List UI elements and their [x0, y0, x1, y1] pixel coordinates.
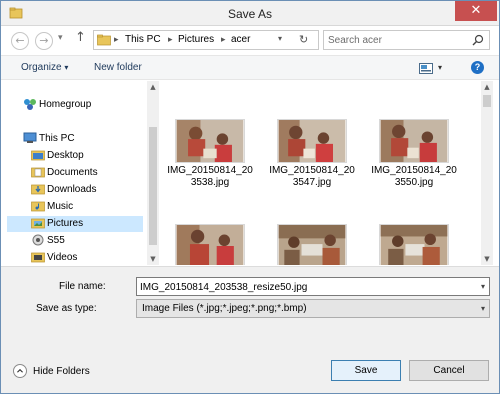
- search-icon[interactable]: [472, 34, 484, 46]
- image-thumbnail: [277, 224, 347, 265]
- sidebar-item-label: Homegroup: [39, 99, 92, 110]
- image-thumbnail: [175, 119, 245, 163]
- sidebar-item-pictures[interactable]: Pictures: [7, 216, 143, 232]
- file-name-line: IMG_20150814_20: [371, 165, 457, 176]
- sidebar-item-label: Pictures: [47, 218, 84, 229]
- sidebar-item-downloads[interactable]: Downloads: [31, 182, 143, 198]
- sidebar-item-label: Videos: [47, 252, 78, 263]
- image-thumbnail: [175, 224, 245, 265]
- scroll-up-arrow[interactable]: ▲: [481, 83, 493, 91]
- file-name-line: 3550.jpg: [394, 177, 434, 188]
- view-options-dropdown[interactable]: ▾: [438, 63, 442, 72]
- sidebar-item-s55[interactable]: S55: [31, 233, 143, 249]
- search-input[interactable]: [328, 33, 468, 47]
- scroll-down-arrow[interactable]: ▼: [147, 255, 159, 263]
- save-as-type-select[interactable]: Image Files (*.jpg;*.jpeg;*.png;*.bmp) ▾: [136, 299, 490, 318]
- file-item[interactable]: [165, 224, 255, 265]
- title-bar: Save As ✕: [1, 1, 499, 26]
- sidebar-item-homegroup[interactable]: Homegroup: [23, 97, 143, 113]
- sidebar-item-music[interactable]: Music: [31, 199, 143, 215]
- help-icon[interactable]: ?: [471, 61, 484, 74]
- sidebar-item-label: Desktop: [47, 150, 84, 161]
- up-button[interactable]: ↑: [75, 30, 86, 45]
- image-thumbnail: [277, 119, 347, 163]
- hide-folders-label: Hide Folders: [33, 366, 90, 377]
- close-button[interactable]: ✕: [455, 1, 497, 21]
- breadcrumb-acer[interactable]: acer: [231, 34, 250, 45]
- window-title: Save As: [227, 7, 273, 21]
- search-box[interactable]: [323, 30, 490, 50]
- organize-button[interactable]: Organize ▾: [21, 62, 68, 73]
- address-bar[interactable]: ▸ This PC ▸ Pictures ▸ acer ▾ ↻: [93, 30, 319, 50]
- save-button[interactable]: Save: [331, 360, 401, 381]
- scrollbar-thumb[interactable]: [483, 95, 491, 107]
- save-options-panel: File name: ▾ Save as type: Image Files (…: [1, 266, 499, 393]
- cancel-button[interactable]: Cancel: [409, 360, 489, 381]
- breadcrumb-pictures[interactable]: Pictures: [178, 34, 214, 45]
- file-name-line: 3547.jpg: [292, 177, 332, 188]
- file-name-field[interactable]: ▾: [136, 277, 490, 296]
- forward-button[interactable]: →: [35, 32, 53, 50]
- breadcrumb-separator: ▸: [168, 34, 173, 44]
- folder-icon: [31, 201, 45, 212]
- folder-icon: [31, 184, 45, 195]
- image-thumbnail: [379, 224, 449, 265]
- file-item[interactable]: IMG_20150814_20 3547.jpg: [267, 119, 357, 188]
- organize-label: Organize: [21, 62, 62, 73]
- image-thumbnail: [379, 119, 449, 163]
- file-item[interactable]: IMG_20150814_20 3550.jpg: [369, 119, 459, 188]
- folder-icon: [31, 218, 45, 229]
- file-name-line: IMG_20150814_20: [167, 165, 253, 176]
- folder-icon: [97, 34, 111, 46]
- command-toolbar: Organize ▾ New folder ▾ ?: [1, 55, 499, 80]
- sidebar-item-documents[interactable]: Documents: [31, 165, 143, 181]
- change-view-icon[interactable]: [419, 63, 433, 74]
- sidebar-item-label: S55: [47, 235, 65, 246]
- device-icon: [32, 234, 44, 246]
- collapse-icon: [13, 364, 27, 378]
- sidebar-item-label: Downloads: [47, 184, 97, 195]
- breadcrumb-this-pc[interactable]: This PC: [125, 34, 161, 45]
- scroll-down-arrow[interactable]: ▼: [481, 255, 493, 263]
- sidebar-item-desktop[interactable]: Desktop: [31, 148, 143, 164]
- homegroup-icon: [24, 99, 36, 110]
- file-name-dropdown-button[interactable]: ▾: [481, 282, 485, 291]
- file-name-line: IMG_20150814_20: [269, 165, 355, 176]
- file-item[interactable]: [369, 224, 459, 265]
- back-button[interactable]: ←: [11, 32, 29, 50]
- sidebar-item-label: Music: [47, 201, 74, 212]
- folder-icon: [31, 252, 45, 263]
- scroll-up-arrow[interactable]: ▲: [147, 83, 159, 91]
- chevron-down-icon[interactable]: ▾: [481, 304, 485, 313]
- breadcrumb-separator: ▸: [221, 34, 226, 44]
- save-as-dialog: Save As ✕ ← → ▾ ↑ ▸ This PC ▸ Pictures ▸…: [0, 0, 500, 394]
- file-item[interactable]: IMG_20150814_20 3538.jpg: [165, 119, 255, 188]
- address-dropdown-button[interactable]: ▾: [278, 34, 282, 43]
- folder-icon: [31, 167, 45, 178]
- file-list: IMG_20150814_20 3538.jpg IMG_20150814_20…: [161, 81, 481, 265]
- breadcrumb-separator: ▸: [114, 34, 119, 44]
- file-item[interactable]: [267, 224, 357, 265]
- save-as-type-label: Save as type:: [36, 303, 97, 314]
- navigation-pane-scrollbar[interactable]: ▲ ▼: [147, 81, 159, 265]
- refresh-icon[interactable]: ↻: [299, 33, 308, 46]
- sidebar-item-label: Documents: [47, 167, 98, 178]
- folder-icon: [31, 150, 45, 161]
- save-as-type-value: Image Files (*.jpg;*.jpeg;*.png;*.bmp): [142, 303, 307, 314]
- sidebar-item-this-pc[interactable]: This PC: [23, 131, 143, 147]
- recent-locations-button[interactable]: ▾: [58, 33, 63, 43]
- scrollbar-thumb[interactable]: [149, 127, 157, 245]
- new-folder-button[interactable]: New folder: [94, 62, 142, 73]
- navigation-bar: ← → ▾ ↑ ▸ This PC ▸ Pictures ▸ acer ▾ ↻: [1, 26, 499, 54]
- chevron-down-icon: ▾: [64, 63, 69, 72]
- sidebar-item-label: This PC: [39, 133, 75, 144]
- file-name-label: File name:: [59, 281, 106, 292]
- navigation-pane: Homegroup This PC Desktop Documents Down…: [1, 81, 159, 265]
- file-name-input[interactable]: [140, 280, 460, 294]
- file-name-line: 3538.jpg: [190, 177, 230, 188]
- computer-icon: [23, 132, 37, 143]
- sidebar-item-videos[interactable]: Videos: [31, 250, 143, 265]
- file-list-scrollbar[interactable]: ▲ ▼: [481, 81, 493, 265]
